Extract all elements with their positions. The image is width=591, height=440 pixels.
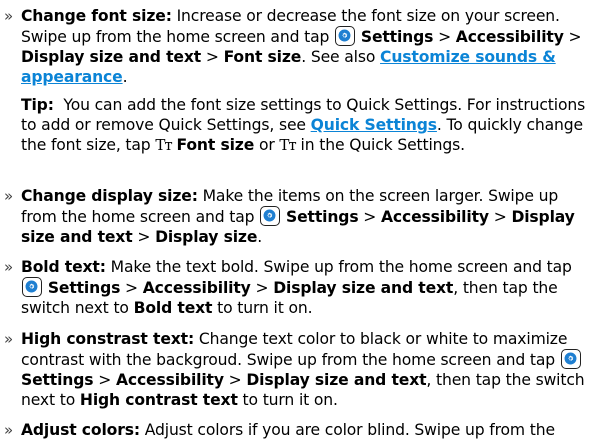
font-size-tt-icon: Tт (279, 136, 296, 154)
item-title: Change display size: (21, 187, 198, 205)
path-settings: Settings (21, 371, 94, 389)
bullet-marker: » (4, 330, 14, 348)
path-accessibility: Accessibility (142, 279, 251, 297)
path-settings: Settings (360, 28, 434, 46)
body-text: Adjust colors if you are color blind. Sw… (139, 421, 555, 439)
item-text: High constrast text: Change text color t… (21, 329, 589, 410)
bullet-marker: » (4, 7, 14, 25)
path-accessibility: Accessibility (380, 208, 489, 226)
path-display-size-and-text: Display size and text (273, 279, 454, 297)
path-separator: > (223, 371, 247, 389)
body-text: . (257, 228, 263, 246)
body-text: Make the text bold. Swipe up from the ho… (105, 258, 572, 276)
body-text: in the Quick Settings. (295, 136, 466, 154)
path-accessibility: Accessibility (455, 28, 564, 46)
body-text: . See also (301, 48, 381, 66)
item-text: Change font size: Increase or decrease t… (21, 6, 589, 87)
item-text: Change display size: Make the items on t… (21, 186, 589, 247)
link-quick-settings[interactable]: Quick Settings (311, 116, 437, 134)
body-text: or (254, 136, 280, 154)
item-text: Adjust colors: Adjust colors if you are … (21, 420, 589, 440)
body-text: to turn it on. (212, 299, 313, 317)
path-settings: Settings (286, 208, 359, 226)
path-separator: > (563, 28, 582, 46)
item-title: Bold text: (21, 258, 106, 276)
path-display-size-and-text: Display size and text (246, 371, 427, 389)
settings-gear-icon (560, 349, 581, 369)
font-size-tt-icon: Tт (155, 136, 172, 154)
settings-gear-icon (22, 277, 42, 297)
item-text: Bold text: Make the text bold. Swipe up … (21, 257, 589, 318)
path-separator: > (250, 279, 274, 297)
path-separator: > (93, 371, 116, 389)
path-separator: > (132, 228, 156, 246)
path-separator: > (488, 208, 512, 226)
bullet-marker: » (4, 258, 14, 276)
settings-gear-icon (260, 206, 281, 226)
tip-label: Tip: (21, 96, 54, 114)
path-separator: > (120, 279, 143, 297)
path-settings: Settings (47, 279, 121, 297)
item-title: High constrast text: (21, 330, 195, 348)
path-separator: > (201, 48, 224, 66)
path-accessibility: Accessibility (115, 371, 224, 389)
body-text: . (122, 68, 128, 86)
settings-gear-icon (335, 26, 356, 46)
path-display-size-and-text: Display size and text (21, 48, 202, 66)
item-title: Change font size: (21, 7, 172, 25)
path-font-size: Font size (223, 48, 302, 66)
body-text: to turn it on. (237, 391, 338, 409)
bullet-marker: » (4, 187, 14, 205)
path-separator: > (358, 208, 381, 226)
tip-text: Tip: You can add the font size settings … (21, 95, 589, 155)
switch-target-bold-text: Bold text (133, 299, 213, 317)
bullet-marker: » (4, 421, 14, 439)
item-title: Adjust colors: (21, 421, 140, 439)
path-separator: > (433, 28, 456, 46)
switch-target-high-contrast-text: High contrast text (79, 391, 238, 409)
font-size-label: Font size (176, 136, 255, 154)
path-display-size: Display size (155, 228, 258, 246)
